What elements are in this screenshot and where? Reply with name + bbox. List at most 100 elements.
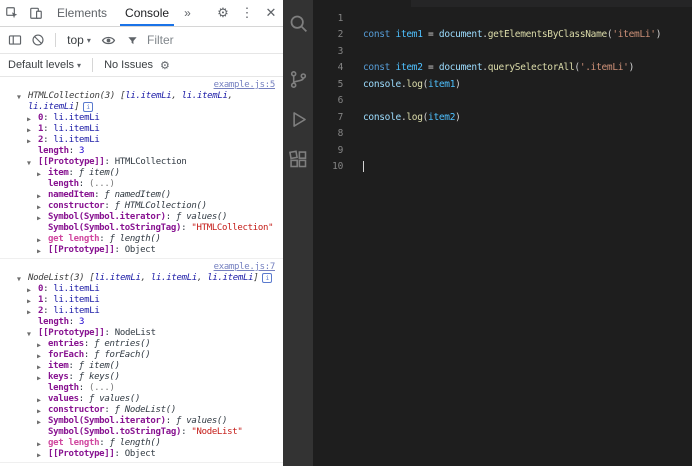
- token-obj: ,: [140, 273, 151, 283]
- token-key: length: [48, 179, 79, 189]
- run-debug-icon[interactable]: [283, 102, 313, 136]
- code-line[interactable]: 9: [313, 142, 692, 159]
- more-tabs-icon[interactable]: »: [178, 0, 197, 26]
- line-number: 1: [337, 12, 344, 24]
- issues-gear-icon[interactable]: ⚙: [160, 59, 170, 72]
- code-line[interactable]: 4 const item2 = document.querySelectorAll…: [313, 60, 692, 77]
- console-row: ▶ Symbol(Symbol.iterator): ƒ values(): [0, 212, 283, 223]
- token-plain: :: [104, 201, 115, 211]
- token-plain: :: [43, 135, 54, 145]
- more-options-icon[interactable]: ⋮: [235, 0, 259, 26]
- issues-status[interactable]: No Issues: [104, 59, 153, 71]
- console-row: Symbol(Symbol.toStringTag): "HTMLCollect…: [0, 223, 283, 234]
- token-key: [[Prototype]]: [38, 328, 105, 338]
- console-sidebar-icon[interactable]: [4, 33, 26, 47]
- token-obj: ,: [227, 91, 233, 101]
- console-toolbar: top ▾: [0, 27, 283, 54]
- console-row: ▶ constructor: ƒ HTMLCollection(): [0, 201, 283, 212]
- tab-elements[interactable]: Elements: [48, 0, 116, 26]
- code-text: const item1 = document.getElementsByClas…: [343, 29, 661, 40]
- code-line[interactable]: 2 const item1 = document.getElementsByCla…: [313, 27, 692, 44]
- editor-lines[interactable]: 1 2 const item1 = document.getElementsByCl…: [313, 7, 692, 466]
- code-line[interactable]: 7 console.log(item2): [313, 109, 692, 126]
- token-key: [[Prototype]]: [48, 449, 115, 459]
- line-number: 9: [337, 144, 344, 156]
- token-plain: :: [43, 113, 54, 123]
- console-row: ▼ [[Prototype]]: HTMLCollection: [0, 157, 283, 168]
- token-plain: :: [68, 168, 79, 178]
- console-row: ▼ NodeList(3) [li.itemLi, li.itemLi, li.i…: [0, 273, 283, 284]
- active-editor-tab[interactable]: [313, 0, 411, 7]
- token-key: namedItem: [48, 190, 95, 200]
- token-plain: :: [78, 394, 89, 404]
- activity-bar: [283, 0, 313, 466]
- clear-console-icon[interactable]: [28, 33, 50, 47]
- token-key: keys: [48, 372, 69, 382]
- token-key: values: [48, 394, 79, 404]
- tab-console[interactable]: Console: [116, 0, 178, 26]
- token-node: li.itemLi: [53, 306, 100, 316]
- token-nodei: li.itemLi: [207, 273, 254, 283]
- device-toolbar-icon[interactable]: [24, 0, 48, 26]
- token-key: entries: [48, 339, 84, 349]
- console-row: ▶ item: ƒ item(): [0, 361, 283, 372]
- chevron-down-icon: ▾: [77, 60, 82, 70]
- token-plain: :: [94, 190, 105, 200]
- console-row: ▶ [[Prototype]]: Object: [0, 449, 283, 460]
- editor-tab-strip: [313, 0, 692, 7]
- code-line[interactable]: 8: [313, 126, 692, 143]
- code-line[interactable]: 1: [313, 10, 692, 27]
- devtools-tabs: Elements Console: [48, 0, 178, 26]
- javascript-context-dropdown[interactable]: top ▾: [62, 33, 96, 47]
- line-number: 6: [337, 95, 344, 107]
- close-icon[interactable]: ✕: [259, 0, 283, 26]
- source-link[interactable]: example.js:5: [0, 80, 283, 91]
- inspect-element-icon[interactable]: [0, 0, 24, 26]
- settings-gear-icon[interactable]: ⚙: [211, 0, 235, 26]
- token-obj: ,: [171, 91, 182, 101]
- filter-input[interactable]: [145, 32, 280, 48]
- token-node: li.itemLi: [53, 295, 100, 305]
- collapse-arrow-icon[interactable]: ▼: [17, 92, 21, 103]
- console-row: ▶ namedItem: ƒ namedItem(): [0, 190, 283, 201]
- console-row: ▶ entries: ƒ entries(): [0, 339, 283, 350]
- token-key: Symbol(Symbol.iterator): [48, 416, 166, 426]
- expand-arrow-icon[interactable]: ▶: [37, 246, 41, 257]
- extensions-icon[interactable]: [283, 142, 313, 176]
- token-key: Symbol(Symbol.toStringTag): [48, 427, 182, 437]
- search-icon[interactable]: [283, 6, 313, 40]
- source-control-icon[interactable]: [283, 62, 313, 96]
- code-line[interactable]: 3: [313, 43, 692, 60]
- console-row: length: (...): [0, 179, 283, 190]
- editor-pane: 1 2 const item1 = document.getElementsByCl…: [313, 0, 692, 466]
- info-icon[interactable]: i: [83, 102, 94, 112]
- devtools-tabbar-actions: ⚙ ⋮ ✕: [211, 0, 283, 26]
- token-plain: :: [83, 339, 95, 349]
- console-row: ▶ 2: li.itemLi: [0, 306, 283, 317]
- token-plain: HTMLCollection: [114, 157, 187, 167]
- console-log[interactable]: example.js:5 ▼ HTMLCollection(3) [li.itemL…: [0, 77, 283, 466]
- token-str: "NodeList": [191, 427, 243, 437]
- console-row: ▶ get length: ƒ length(): [0, 438, 283, 449]
- code-token-cvar: item2: [395, 62, 423, 74]
- line-number: 8: [337, 128, 344, 140]
- expand-arrow-icon[interactable]: ▶: [37, 450, 41, 461]
- code-line[interactable]: 5 console.log(item1): [313, 76, 692, 93]
- token-plain: Object: [124, 245, 156, 255]
- token-nodei: li.itemLi: [125, 91, 172, 101]
- code-text: console.log(item2): [343, 112, 461, 123]
- token-plain: Object: [124, 449, 156, 459]
- line-number: 7: [337, 111, 344, 123]
- code-token-cvar: item1: [428, 78, 456, 90]
- log-levels-dropdown[interactable]: Default levels ▾: [8, 59, 81, 71]
- source-link[interactable]: example.js:7: [0, 262, 283, 273]
- code-line[interactable]: 6: [313, 93, 692, 110]
- code-line[interactable]: 10: [313, 159, 692, 176]
- token-fn: ƒ values(): [88, 394, 141, 404]
- token-plain: :: [104, 328, 115, 338]
- code-token-fn: log: [406, 78, 423, 90]
- info-icon[interactable]: i: [262, 273, 273, 283]
- token-plain: :: [43, 295, 54, 305]
- console-levels-bar: Default levels ▾ No Issues ⚙: [0, 54, 283, 77]
- live-expression-eye-icon[interactable]: [98, 33, 120, 48]
